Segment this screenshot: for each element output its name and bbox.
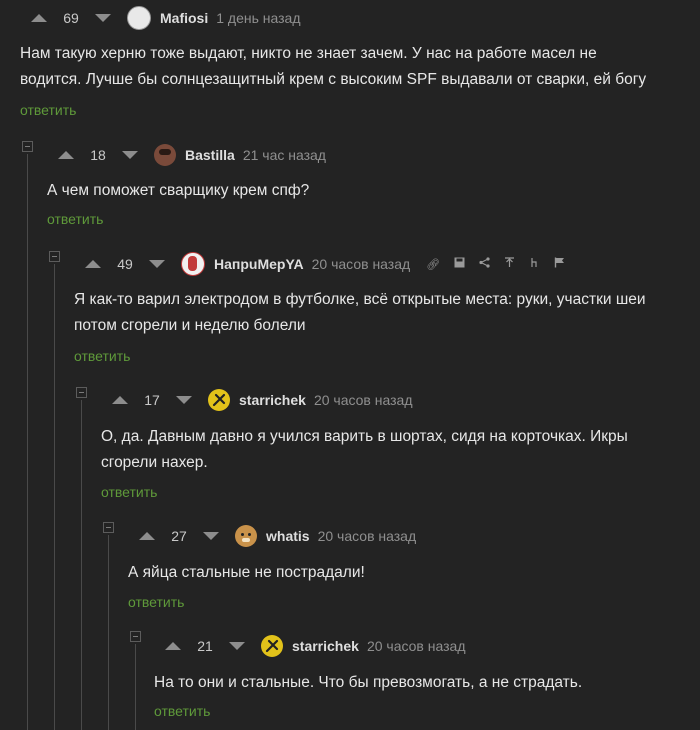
comment-header: 17 starrichek 20 часов назад <box>112 382 412 418</box>
downvote-arrow-icon[interactable] <box>176 396 192 404</box>
reply-link[interactable]: ответить <box>154 703 210 719</box>
avatar[interactable] <box>208 389 230 411</box>
author-name[interactable]: Mafiosi <box>160 10 208 26</box>
reply-link[interactable]: ответить <box>47 211 103 227</box>
reply-link[interactable]: ответить <box>20 102 76 118</box>
collapse-toggle-icon[interactable] <box>76 387 87 398</box>
comment-text: Я как-то варил электродом в футболке, вс… <box>74 287 646 339</box>
comment-time[interactable]: 20 часов назад <box>312 256 411 272</box>
upvote-arrow-icon[interactable] <box>139 532 155 540</box>
comment-time[interactable]: 20 часов назад <box>314 392 413 408</box>
author-name[interactable]: whatis <box>266 528 310 544</box>
comment-line: потом сгорели и неделю болели <box>74 317 306 334</box>
link-icon[interactable]: 🔗︎ <box>426 258 440 271</box>
downvote-arrow-icon[interactable] <box>122 151 138 159</box>
save-icon[interactable] <box>454 257 465 271</box>
downvote-arrow-icon[interactable] <box>203 532 219 540</box>
comment-rating: 21 <box>197 638 213 654</box>
reply-link[interactable]: ответить <box>101 484 157 500</box>
flag-icon[interactable] <box>554 257 565 271</box>
avatar[interactable] <box>235 525 257 547</box>
collapse-toggle-icon[interactable] <box>130 631 141 642</box>
comment-time[interactable]: 1 день назад <box>216 10 300 26</box>
pin-icon[interactable] <box>504 257 515 271</box>
upvote-arrow-icon[interactable] <box>112 396 128 404</box>
thread-branch-line <box>108 535 109 730</box>
author-name[interactable]: Bastilla <box>185 147 235 163</box>
comment-line: водится. Лучше бы солнцезащитный крем с … <box>20 71 647 88</box>
comment-text: На то они и стальные. Что бы превозмогат… <box>154 670 582 696</box>
avatar[interactable] <box>154 144 176 166</box>
comment-line: На то они и стальные. Что бы превозмогат… <box>154 674 583 691</box>
comment-header: 49 НапрuМерYA 20 часов назад 🔗︎ <box>85 246 565 282</box>
upvote-arrow-icon[interactable] <box>165 642 181 650</box>
share-icon[interactable] <box>479 257 490 271</box>
comment-header: 21 starrichek 20 часов назад <box>165 628 465 664</box>
comment-text: Нам такую херню тоже выдают, никто не зн… <box>20 41 646 93</box>
reply-link[interactable]: ответить <box>128 594 184 610</box>
author-name[interactable]: starrichek <box>239 392 306 408</box>
comment-header: 69 Mafiosi 1 день назад <box>31 0 301 36</box>
cursor-icon[interactable] <box>529 257 540 271</box>
comment-rating: 69 <box>63 10 79 26</box>
collapse-toggle-icon[interactable] <box>103 522 114 533</box>
comment-line: А яйца стальные не пострадали! <box>128 564 365 581</box>
comment-time[interactable]: 21 час назад <box>243 147 326 163</box>
author-name[interactable]: starrichek <box>292 638 359 654</box>
comment-line: Я как-то варил электродом в футболке, вс… <box>74 291 646 308</box>
collapse-toggle-icon[interactable] <box>22 141 33 152</box>
thread-branch-line <box>81 400 82 730</box>
comment-rating: 18 <box>90 147 106 163</box>
comment-text: А чем поможет сварщику крем спф? <box>47 178 309 204</box>
avatar[interactable] <box>127 6 151 30</box>
thread-branch-line <box>54 264 55 730</box>
comment-time[interactable]: 20 часов назад <box>318 528 417 544</box>
comment-line: О, да. Давным давно я учился варить в шо… <box>101 428 628 445</box>
upvote-arrow-icon[interactable] <box>58 151 74 159</box>
avatar[interactable] <box>181 252 205 276</box>
thread-branch-line <box>27 154 28 730</box>
downvote-arrow-icon[interactable] <box>229 642 245 650</box>
comment-line: Нам такую херню тоже выдают, никто не зн… <box>20 45 597 62</box>
downvote-arrow-icon[interactable] <box>95 14 111 22</box>
thread-branch-line <box>135 644 136 730</box>
comment-rating: 17 <box>144 392 160 408</box>
comment-rating: 27 <box>171 528 187 544</box>
comment-rating: 49 <box>117 256 133 272</box>
comment-line: А чем поможет сварщику крем спф? <box>47 182 310 199</box>
comment-header: 27 whatis 20 часов назад <box>139 518 416 554</box>
comment-toolbar: 🔗︎ <box>426 257 565 271</box>
comment-text: О, да. Давным давно я учился варить в шо… <box>101 424 628 476</box>
comment-header: 18 Bastilla 21 час назад <box>58 137 326 173</box>
comment-time[interactable]: 20 часов назад <box>367 638 466 654</box>
avatar[interactable] <box>261 635 283 657</box>
upvote-arrow-icon[interactable] <box>85 260 101 268</box>
downvote-arrow-icon[interactable] <box>149 260 165 268</box>
comment-text: А яйца стальные не пострадали! <box>128 560 365 586</box>
reply-link[interactable]: ответить <box>74 348 130 364</box>
upvote-arrow-icon[interactable] <box>31 14 47 22</box>
collapse-toggle-icon[interactable] <box>49 251 60 262</box>
comment-line: сгорели нахер. <box>101 454 208 471</box>
author-name[interactable]: НапрuМерYA <box>214 256 304 272</box>
